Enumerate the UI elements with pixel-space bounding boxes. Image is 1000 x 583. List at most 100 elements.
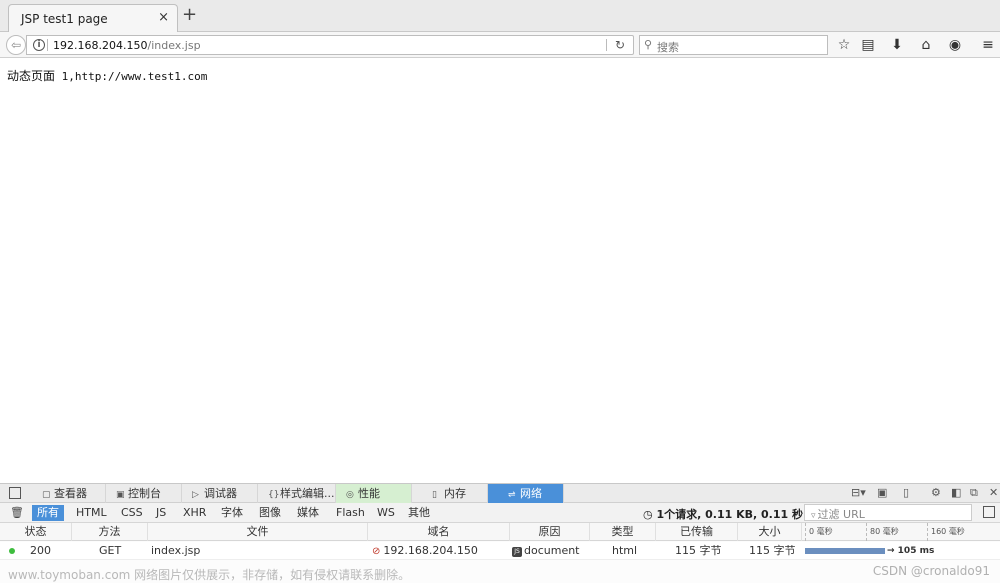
cell-type: html bbox=[612, 544, 638, 557]
waterfall-timing: → 105 ms bbox=[887, 546, 935, 556]
summary-text: 1个请求, 0.11 KB, 0.11 秒 bbox=[656, 508, 803, 521]
cell-cause-text: document bbox=[524, 544, 580, 557]
bookmark-star-icon[interactable]: ☆ bbox=[835, 36, 853, 54]
timeline-tick: 80 毫秒 bbox=[866, 523, 899, 541]
tab-title: JSP test1 page bbox=[21, 12, 108, 26]
cell-domain: ⊘ 192.168.204.150 bbox=[372, 542, 478, 560]
tab-label: 样式编辑... bbox=[280, 487, 335, 500]
cell-transferred: 115 字节 bbox=[675, 544, 722, 557]
back-button[interactable]: ⇦ bbox=[6, 35, 26, 55]
insecure-connection-icon: ⊘ bbox=[372, 546, 381, 557]
reload-icon[interactable]: ↻ bbox=[615, 38, 625, 52]
col-cause[interactable]: 原因 bbox=[510, 523, 590, 541]
tab-strip: JSP test1 page × + bbox=[0, 0, 1000, 32]
col-status[interactable]: 状态 bbox=[0, 523, 72, 541]
search-icon: ⚲ bbox=[644, 38, 653, 51]
tab-network[interactable]: ⇌ 网络 bbox=[488, 484, 564, 503]
bookmarks-list-icon[interactable]: ▤ bbox=[859, 36, 877, 54]
tab-inspector[interactable]: ▢ 查看器 bbox=[32, 484, 106, 503]
search-bar[interactable]: ⚲ 搜索 bbox=[639, 35, 828, 55]
url-host: 192.168.204.150 bbox=[53, 39, 148, 52]
col-transferred[interactable]: 已传输 bbox=[656, 523, 738, 541]
timeline-tick: 0 毫秒 bbox=[805, 523, 833, 541]
status-ok-indicator bbox=[9, 548, 15, 554]
network-request-row[interactable]: 200 GET index.jsp ⊘ 192.168.204.150 JS doc… bbox=[0, 542, 1000, 560]
url-text[interactable]: 192.168.204.150/index.jsp bbox=[53, 39, 201, 52]
menu-icon[interactable]: ≡ bbox=[979, 36, 997, 54]
trash-icon[interactable]: 🗑 bbox=[10, 506, 24, 519]
page-text-cn: 动态页面 bbox=[7, 69, 56, 83]
site-info-icon[interactable]: i bbox=[33, 39, 45, 51]
filter-fonts[interactable]: 字体 bbox=[216, 505, 248, 521]
watermark-right: CSDN @cronaldo91 bbox=[872, 564, 990, 578]
col-file[interactable]: 文件 bbox=[148, 523, 368, 541]
browser-tab[interactable]: JSP test1 page × bbox=[8, 4, 178, 32]
tab-close-icon[interactable]: × bbox=[158, 10, 169, 25]
tab-performance[interactable]: ◎ 性能 bbox=[336, 484, 412, 503]
col-method[interactable]: 方法 bbox=[72, 523, 148, 541]
home-icon[interactable]: ⌂ bbox=[917, 36, 935, 54]
cell-cause: JS document bbox=[512, 542, 580, 560]
cell-file: index.jsp bbox=[151, 544, 201, 557]
tab-label: 网络 bbox=[520, 487, 542, 500]
tab-console[interactable]: ▣ 控制台 bbox=[106, 484, 182, 503]
url-filter-placeholder: ▿ 过滤 URL bbox=[811, 506, 865, 522]
undock-icon[interactable]: ⧉ bbox=[970, 486, 978, 500]
settings-gear-icon[interactable]: ⚙ bbox=[931, 486, 941, 499]
url-filter-placeholder-text: 过滤 URL bbox=[817, 508, 865, 521]
filter-all[interactable]: 所有 bbox=[32, 505, 64, 521]
page-body-text: 动态页面 1,http://www.test1.com bbox=[7, 67, 207, 84]
filter-css[interactable]: CSS bbox=[116, 505, 148, 521]
col-size[interactable]: 大小 bbox=[738, 523, 802, 541]
filter-media[interactable]: 媒体 bbox=[292, 505, 324, 521]
col-domain[interactable]: 域名 bbox=[368, 523, 510, 541]
dock-options-icon[interactable]: ⊟▾ bbox=[851, 486, 866, 499]
url-bar[interactable]: i 192.168.204.150/index.jsp ↻ bbox=[26, 35, 634, 55]
url-separator bbox=[47, 39, 48, 51]
filter-ws[interactable]: WS bbox=[372, 505, 400, 521]
pocket-icon[interactable]: ◉ bbox=[946, 36, 964, 54]
filter-js[interactable]: JS bbox=[151, 505, 171, 521]
close-devtools-icon[interactable]: ✕ bbox=[989, 486, 998, 499]
devtools-toolbar: ▢ 查看器 ▣ 控制台 ▷ 调试器 {}样式编辑... ◎ 性能 ▯ 内存 ⇌ 网络 ⊟▾ … bbox=[0, 484, 1000, 503]
navigation-bar: ⇦ i 192.168.204.150/index.jsp ↻ ⚲ 搜索 ☆ ▤… bbox=[0, 32, 1000, 58]
back-arrow-icon: ⇦ bbox=[10, 38, 22, 52]
filter-flash[interactable]: Flash bbox=[331, 505, 370, 521]
col-type[interactable]: 类型 bbox=[590, 523, 656, 541]
waterfall-bar bbox=[805, 548, 885, 554]
page-text-url: 1,http://www.test1.com bbox=[55, 70, 208, 83]
element-picker-icon[interactable] bbox=[9, 487, 21, 499]
responsive-design-icon[interactable]: ▯ bbox=[903, 486, 909, 499]
filter-xhr[interactable]: XHR bbox=[178, 505, 211, 521]
search-placeholder: 搜索 bbox=[657, 41, 679, 54]
dock-side-icon[interactable]: ◧ bbox=[951, 486, 961, 499]
url-path: /index.jsp bbox=[147, 39, 201, 52]
url-filter-input[interactable]: ▿ 过滤 URL bbox=[804, 504, 972, 521]
tab-label: 控制台 bbox=[128, 487, 161, 500]
tab-style-editor[interactable]: {}样式编辑... bbox=[258, 484, 336, 503]
split-console-icon[interactable]: ▣ bbox=[877, 486, 887, 499]
cell-method: GET bbox=[99, 544, 122, 557]
new-tab-button[interactable]: + bbox=[182, 5, 197, 25]
network-column-headers: 状态 方法 文件 域名 原因 类型 已传输 大小 0 毫秒 80 毫秒 160 … bbox=[0, 523, 1000, 541]
network-filter-bar: 🗑 所有 HTML CSS JS XHR 字体 图像 媒体 Flash WS 其… bbox=[0, 503, 1000, 523]
download-icon[interactable]: ⬇ bbox=[888, 36, 906, 54]
timeline-tick: 160 毫秒 bbox=[927, 523, 965, 541]
watermark-left: www.toymoban.com 网络图片仅供展示，非存储，如有侵权请联系删除。 bbox=[8, 568, 411, 582]
reload-separator bbox=[606, 39, 607, 51]
request-summary: ◷ 1个请求, 0.11 KB, 0.11 秒 bbox=[643, 506, 803, 522]
tab-debugger[interactable]: ▷ 调试器 bbox=[182, 484, 258, 503]
cell-domain-text: 192.168.204.150 bbox=[383, 544, 478, 557]
tab-label: 查看器 bbox=[54, 487, 87, 500]
filter-other[interactable]: 其他 bbox=[403, 505, 435, 521]
filter-funnel-icon: ▿ bbox=[811, 511, 816, 521]
timer-icon: ◷ bbox=[643, 508, 653, 521]
tab-memory[interactable]: ▯ 内存 bbox=[412, 484, 488, 503]
cell-status: 200 bbox=[30, 544, 51, 557]
tab-label: 内存 bbox=[444, 487, 466, 500]
filter-images[interactable]: 图像 bbox=[254, 505, 286, 521]
filter-html[interactable]: HTML bbox=[71, 505, 112, 521]
toggle-sidebar-icon[interactable] bbox=[983, 506, 995, 518]
cell-size: 115 字节 bbox=[749, 544, 796, 557]
js-icon: JS bbox=[512, 547, 522, 557]
